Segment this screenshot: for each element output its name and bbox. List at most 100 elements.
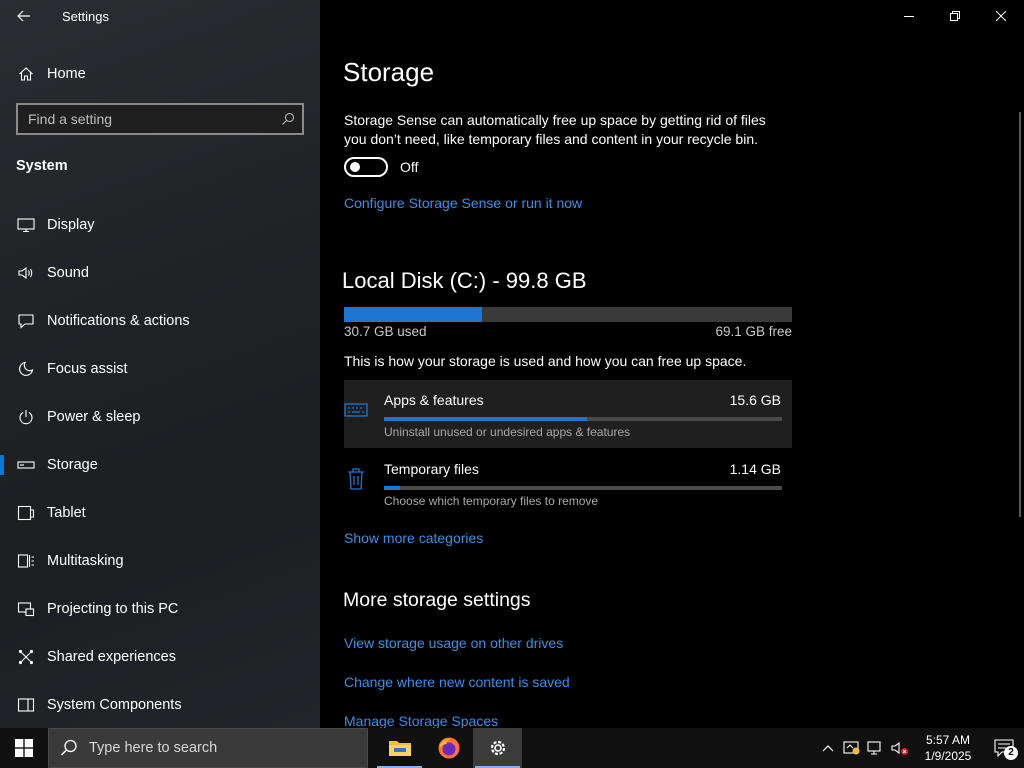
action-center-button[interactable]: 2 — [984, 728, 1024, 768]
manage-storage-spaces-link[interactable]: Manage Storage Spaces — [344, 713, 498, 728]
taskbar-search-box[interactable]: Type here to search — [48, 728, 368, 768]
clock-date: 1/9/2025 — [924, 749, 972, 763]
sidebar-item-label: Storage — [47, 457, 98, 473]
speaker-icon — [16, 263, 36, 283]
sidebar-item-sound[interactable]: Sound — [0, 249, 320, 297]
storage-sense-toggle-row: Off — [344, 157, 418, 177]
find-setting-input[interactable] — [18, 111, 274, 127]
home-icon — [16, 64, 36, 84]
disk-used-label: 30.7 GB used — [344, 324, 427, 339]
tray-volume-icon[interactable] — [888, 728, 912, 768]
minimize-button[interactable] — [886, 0, 932, 32]
restore-button[interactable] — [932, 0, 978, 32]
usage-description: This is how your storage is used and how… — [344, 353, 747, 369]
tablet-icon — [16, 503, 36, 523]
disk-usage-fill — [344, 307, 482, 322]
windows-logo-icon — [15, 739, 33, 757]
disk-free-label: 69.1 GB free — [715, 324, 792, 339]
category-usage-fill — [384, 417, 587, 421]
back-arrow-icon — [17, 10, 30, 22]
app-title: Settings — [62, 9, 109, 24]
category-apps-features[interactable]: Apps & features 15.6 GB Uninstall unused… — [344, 380, 792, 448]
close-button[interactable] — [978, 0, 1024, 32]
network-icon — [867, 741, 881, 755]
multitasking-icon — [16, 551, 36, 571]
sidebar-item-projecting[interactable]: Projecting to this PC — [0, 585, 320, 633]
search-icon[interactable] — [274, 105, 302, 133]
sidebar: Settings Home System Display Sound — [0, 0, 320, 728]
restore-icon — [950, 11, 960, 21]
taskbar-app-settings[interactable] — [473, 728, 522, 768]
category-name: Temporary files — [384, 461, 479, 477]
category-subtitle: Choose which temporary files to remove — [384, 494, 599, 508]
sidebar-item-label: Sound — [47, 265, 89, 281]
disk-usage-bar — [344, 307, 792, 322]
sidebar-item-home[interactable]: Home — [0, 56, 320, 92]
sidebar-item-storage[interactable]: Storage — [0, 441, 320, 489]
taskbar-clock[interactable]: 5:57 AM 1/9/2025 — [912, 732, 984, 764]
category-usage-fill — [384, 486, 400, 490]
clock-time: 5:57 AM — [925, 733, 971, 747]
firefox-icon — [438, 737, 459, 759]
sidebar-item-multitasking[interactable]: Multitasking — [0, 537, 320, 585]
sidebar-item-label: Power & sleep — [47, 409, 141, 425]
category-usage-bar — [384, 417, 782, 421]
power-icon — [16, 407, 36, 427]
title-bar: Settings — [0, 0, 320, 32]
chevron-up-icon — [822, 745, 834, 752]
sidebar-nav-list: Display Sound Notifications & actions Fo… — [0, 201, 320, 729]
sidebar-item-label: Tablet — [47, 505, 86, 521]
sidebar-item-label: System Components — [47, 697, 182, 713]
settings-icon — [490, 740, 505, 756]
taskbar: Type here to search 5:57 AM 1/9/2025 2 — [0, 728, 1024, 768]
sidebar-item-label: Projecting to this PC — [47, 601, 179, 617]
storage-sense-toggle[interactable] — [344, 157, 388, 177]
storage-icon — [16, 455, 36, 475]
taskbar-search-placeholder: Type here to search — [89, 740, 218, 756]
file-explorer-icon — [388, 741, 411, 756]
sidebar-item-display[interactable]: Display — [0, 201, 320, 249]
taskbar-apps — [375, 728, 522, 768]
projecting-icon — [16, 599, 36, 619]
sidebar-item-notifications[interactable]: Notifications & actions — [0, 297, 320, 345]
taskbar-app-firefox[interactable] — [424, 728, 473, 768]
trash-icon — [344, 467, 368, 491]
minimize-icon — [904, 16, 914, 17]
sidebar-item-focus-assist[interactable]: Focus assist — [0, 345, 320, 393]
sidebar-item-label: Multitasking — [47, 553, 124, 569]
storage-sense-description: Storage Sense can automatically free up … — [344, 112, 766, 147]
security-update-icon — [843, 741, 860, 755]
sidebar-item-tablet[interactable]: Tablet — [0, 489, 320, 537]
disk-title: Local Disk (C:) - 99.8 GB — [342, 268, 587, 293]
start-button[interactable] — [0, 728, 48, 768]
find-setting-search[interactable] — [16, 103, 304, 135]
keyboard-icon — [344, 398, 368, 422]
taskbar-app-file-explorer[interactable] — [375, 728, 424, 768]
back-button[interactable] — [10, 4, 38, 28]
window-controls — [886, 0, 1024, 32]
display-icon — [16, 215, 36, 235]
toggle-state-label: Off — [400, 159, 419, 175]
category-temporary-files[interactable]: Temporary files 1.14 GB Choose which tem… — [344, 449, 792, 517]
main-content: Storage Storage Sense can automatically … — [320, 0, 1024, 728]
change-save-location-link[interactable]: Change where new content is saved — [344, 674, 570, 690]
sidebar-item-system-components[interactable]: System Components — [0, 681, 320, 729]
show-more-categories-link[interactable]: Show more categories — [344, 530, 483, 546]
components-icon — [16, 695, 36, 715]
sidebar-item-shared-experiences[interactable]: Shared experiences — [0, 633, 320, 681]
configure-storage-sense-link[interactable]: Configure Storage Sense or run it now — [344, 195, 582, 211]
scrollbar[interactable] — [1019, 112, 1021, 517]
tray-network-icon[interactable] — [864, 728, 888, 768]
close-icon — [996, 11, 1006, 21]
shared-icon — [16, 647, 36, 667]
category-size: 1.14 GB — [729, 461, 781, 477]
notification-icon — [16, 311, 36, 331]
sidebar-item-label: Notifications & actions — [47, 313, 190, 329]
show-hidden-icons-button[interactable] — [816, 728, 840, 768]
category-size: 15.6 GB — [729, 392, 781, 408]
tray-update-icon[interactable] — [840, 728, 864, 768]
moon-icon — [16, 359, 36, 379]
sidebar-item-label: Display — [47, 217, 95, 233]
view-other-drives-link[interactable]: View storage usage on other drives — [344, 635, 563, 651]
sidebar-item-power-sleep[interactable]: Power & sleep — [0, 393, 320, 441]
